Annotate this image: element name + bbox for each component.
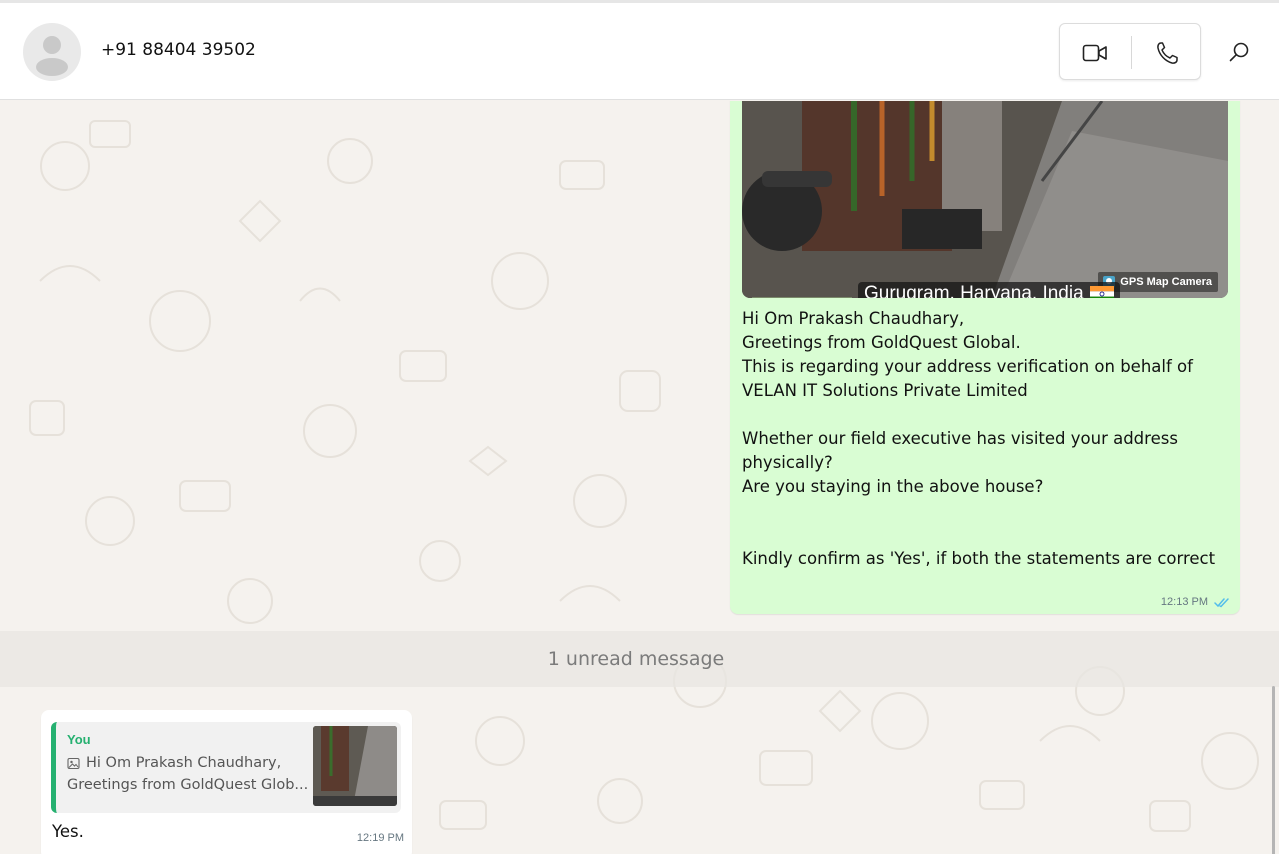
message-line — [742, 523, 1222, 547]
message-line — [742, 403, 1222, 427]
contact-name[interactable]: +91 88404 39502 — [101, 40, 256, 60]
message-line: Greetings from GoldQuest Global. — [742, 333, 1021, 352]
quote-author: You — [67, 732, 91, 747]
india-flag-icon — [1089, 286, 1114, 298]
quote-line2-text: Greetings from GoldQuest Glob... — [67, 777, 309, 793]
video-call-button[interactable] — [1060, 24, 1130, 81]
chat-header: +91 88404 39502 — [0, 3, 1279, 100]
quoted-message[interactable]: You Hi Om Prakash Chaudhary, Greetings f… — [51, 722, 401, 813]
message-line: Kindly confirm as 'Yes', if both the sta… — [742, 549, 1216, 568]
double-check-icon — [1214, 597, 1229, 607]
message-line: physically? — [742, 453, 833, 472]
voice-call-icon — [1157, 41, 1178, 64]
voice-call-button[interactable] — [1132, 24, 1202, 81]
attached-photo[interactable]: GPS Map Camera Gurugram, Haryana, India — [742, 101, 1228, 298]
unread-divider: 1 unread message — [0, 631, 1279, 687]
contact-avatar[interactable] — [23, 23, 81, 81]
search-button[interactable] — [1216, 33, 1262, 71]
message-line: Hi Om Prakash Chaudhary, — [742, 309, 965, 328]
gps-location-text: Gurugram, Haryana, India — [864, 283, 1084, 298]
quote-line1-text: Hi Om Prakash Chaudhary, — [86, 755, 282, 771]
message-line: Are you staying in the above house? — [742, 477, 1044, 496]
video-call-icon — [1082, 44, 1107, 61]
unread-divider-text: 1 unread message — [547, 648, 725, 670]
street-photo-image — [742, 101, 1228, 298]
incoming-message-text: Yes. — [52, 822, 84, 841]
quote-preview-line: Hi Om Prakash Chaudhary, — [67, 755, 281, 771]
outgoing-message-bubble[interactable]: GPS Map Camera Gurugram, Haryana, India … — [730, 101, 1240, 614]
message-line: This is regarding your address verificat… — [742, 357, 1193, 376]
incoming-message-time: 12:19 PM — [356, 832, 404, 844]
incoming-message-bubble[interactable]: You Hi Om Prakash Chaudhary, Greetings f… — [41, 710, 412, 854]
gps-location-overlay: Gurugram, Haryana, India — [858, 282, 1120, 298]
message-time: 12:13 PM — [1160, 596, 1208, 608]
quote-thumbnail — [313, 726, 397, 806]
message-line — [742, 499, 1222, 523]
search-icon — [1229, 42, 1249, 62]
gps-minimap — [752, 297, 852, 298]
message-line: VELAN IT Solutions Private Limited — [742, 381, 1028, 400]
quote-thumbnail-image — [313, 726, 397, 806]
gps-tag-label: GPS Map Camera — [1120, 276, 1212, 288]
outgoing-message-text: Hi Om Prakash Chaudhary, Greetings from … — [742, 307, 1222, 571]
outgoing-message-meta: 12:13 PM — [1161, 596, 1230, 608]
message-line: Whether our field executive has visited … — [742, 429, 1178, 448]
image-icon — [67, 757, 80, 769]
call-button-group — [1059, 23, 1201, 80]
chat-area[interactable]: GPS Map Camera Gurugram, Haryana, India … — [0, 101, 1279, 854]
chat-scrollbar[interactable] — [1272, 686, 1275, 854]
avatar-placeholder-icon — [36, 36, 68, 76]
